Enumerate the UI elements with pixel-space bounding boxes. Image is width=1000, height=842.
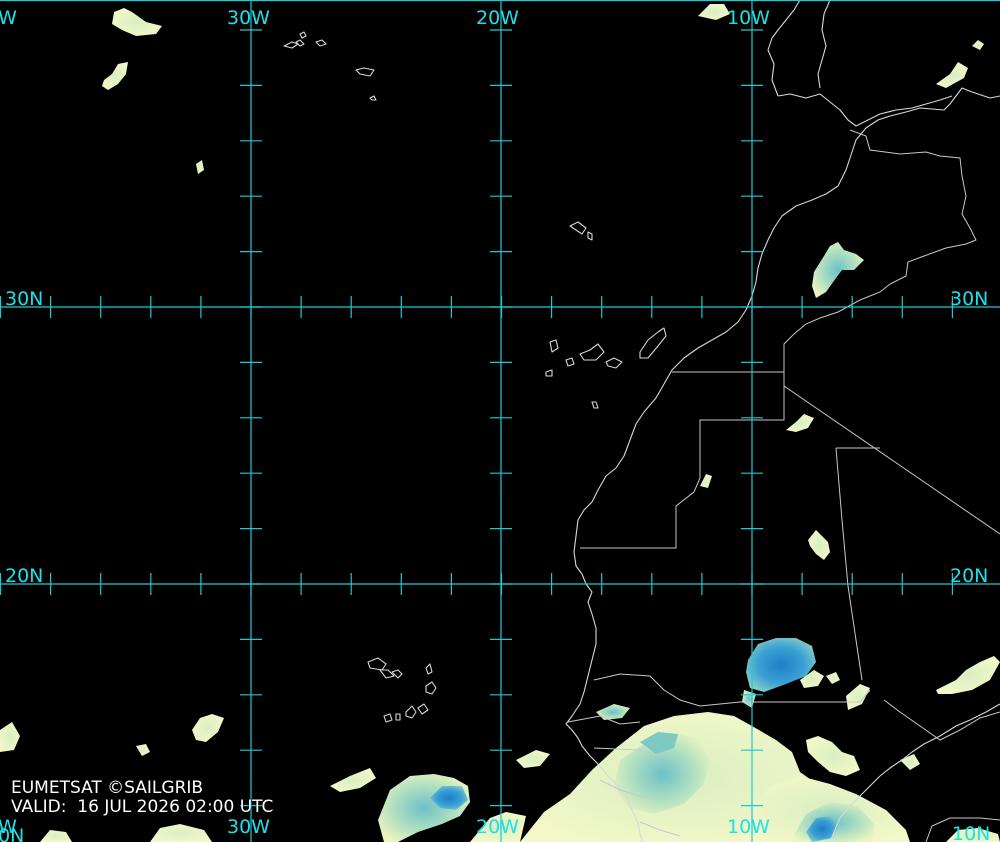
lat-label: 10N [0, 825, 24, 842]
island-cape-verde [367, 657, 387, 671]
coastline-spain-north [817, 0, 831, 89]
cloud-patch [698, 4, 730, 20]
islands [283, 31, 667, 723]
cloud-patch [516, 750, 550, 768]
island-canary [579, 343, 605, 361]
border-algeria-south [883, 699, 1000, 741]
island-canary [549, 339, 559, 353]
island-cape-verde [391, 669, 403, 679]
island-cape-verde [379, 669, 395, 679]
coastline-west-africa [565, 87, 1000, 842]
lon-label: 20W [476, 816, 519, 838]
lat-label: 30N [950, 288, 988, 310]
lat-label: 20N [5, 565, 43, 587]
graticule [0, 0, 1000, 842]
cloud-patch [330, 768, 376, 792]
border-western-sahara [580, 371, 785, 549]
coastline-portugal [767, 0, 801, 97]
border-mali-west [835, 447, 880, 681]
island-canary [639, 327, 667, 359]
cloud-patch [936, 656, 1000, 694]
cloud-patch [900, 754, 920, 770]
lon-label: 10W [727, 816, 770, 838]
cloud-patch [136, 744, 150, 756]
island-cape-verde [425, 663, 433, 675]
lat-label: 30N [5, 288, 43, 310]
cloud-patch [972, 40, 984, 50]
valid-time: VALID: 16 JUL 2026 02:00 UTC [11, 797, 274, 817]
cloud-patch [812, 242, 864, 298]
cloud-patch [596, 704, 630, 720]
lon-label: 10W [727, 7, 770, 29]
cloud-patch [806, 736, 860, 776]
cloud-patch [196, 160, 204, 174]
cloud-patch [786, 414, 814, 432]
cloud-patch [0, 722, 20, 752]
island-canary [605, 357, 623, 369]
island-cape-verde [395, 713, 401, 721]
island-azores [355, 67, 375, 77]
coastlines [565, 0, 1000, 842]
coastline-iberia [777, 93, 953, 127]
lon-label: 30W [227, 7, 270, 29]
island-madeira [569, 221, 587, 235]
island-azores [299, 31, 307, 39]
cloud-patch [112, 8, 162, 36]
island-azores [369, 95, 377, 101]
island-canary [565, 357, 575, 367]
lon-label: 20W [476, 7, 519, 29]
island-cape-verde [405, 705, 417, 719]
cloud-patch [826, 672, 840, 684]
cloud-patch [102, 62, 128, 90]
cloud-patch [808, 530, 830, 560]
cloud-patch [742, 690, 756, 708]
lat-label: 10N [952, 823, 990, 842]
lon-label: 30W [227, 816, 270, 838]
island-canary [545, 369, 553, 377]
cloud-patch [936, 62, 968, 88]
lon-label: 0W [0, 7, 17, 29]
cloud-patch [150, 824, 212, 842]
cloud-patch [40, 830, 72, 842]
lat-label: 20N [950, 565, 988, 587]
island-azores [283, 41, 299, 49]
island-cape-verde [425, 681, 437, 695]
image-credit: EUMETSAT ©SAILGRIB [11, 778, 204, 798]
island-madeira [587, 231, 593, 241]
island-cape-verde [417, 703, 429, 715]
island-canary [591, 401, 599, 409]
cloud-patch [846, 684, 870, 710]
island-azores [315, 39, 327, 47]
cloud-cover [0, 4, 1000, 842]
border-mauritania-mali [783, 385, 1000, 535]
cloud-patch [700, 474, 712, 488]
satellite-map: 0W 30W 20W 10W 0W 30W 20W 10W 30N 30N 20… [0, 0, 1000, 842]
cloud-patch [192, 714, 224, 742]
coordinate-labels: 0W 30W 20W 10W 0W 30W 20W 10W 30N 30N 20… [0, 7, 990, 842]
border-morocco-algeria [783, 129, 977, 372]
island-cape-verde [383, 713, 393, 723]
